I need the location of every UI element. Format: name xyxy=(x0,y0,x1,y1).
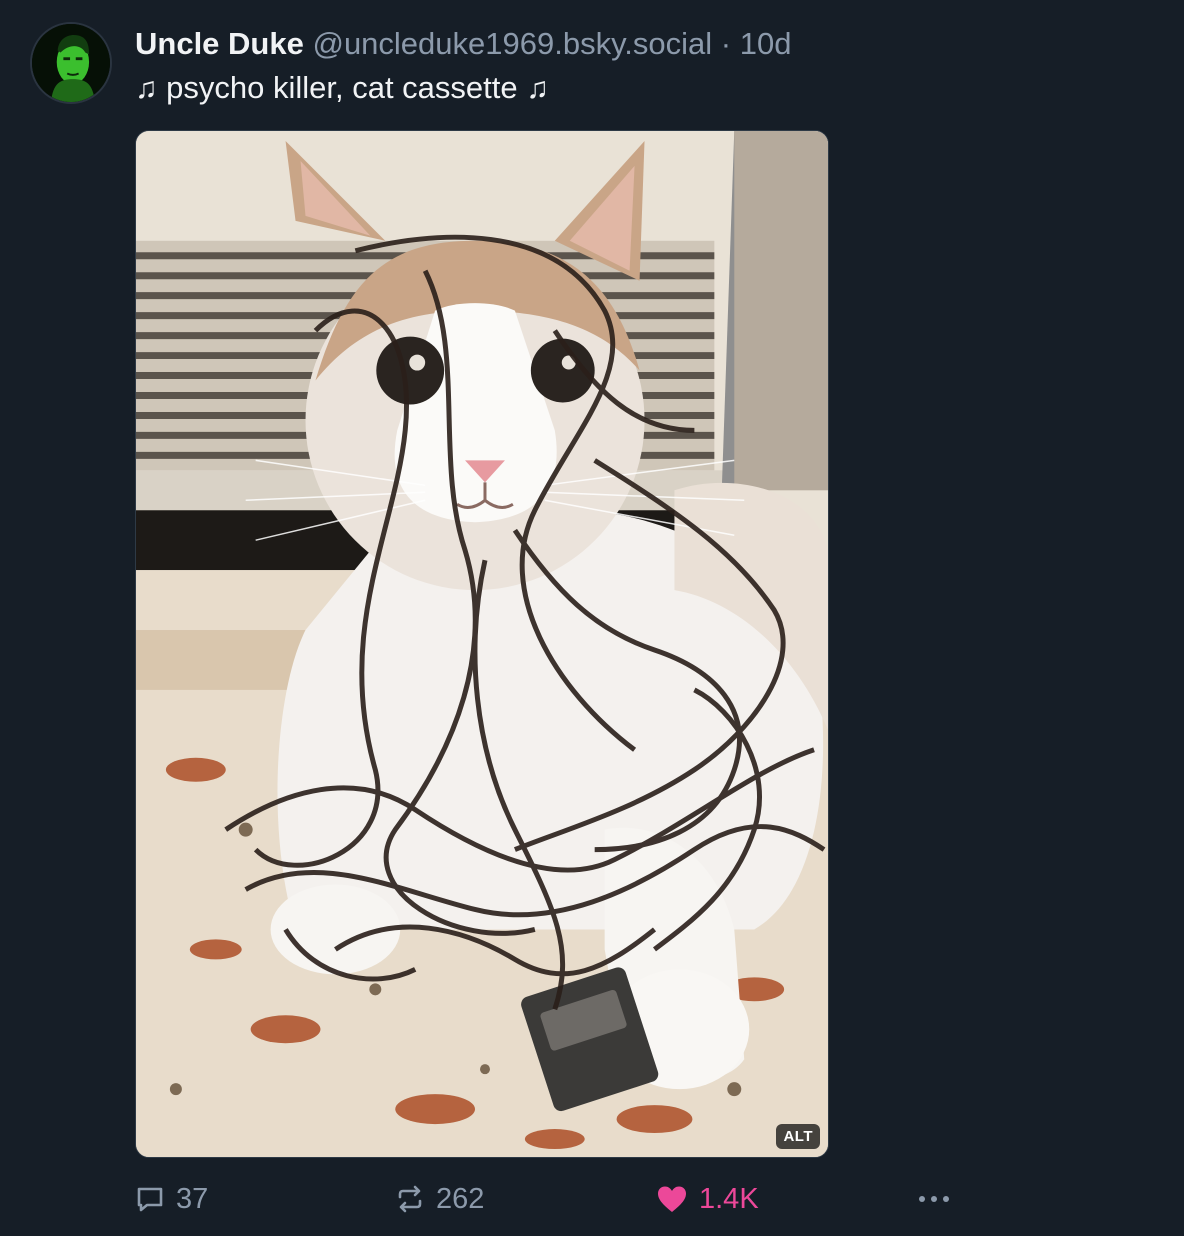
post-text: ♫ psycho killer, cat cassette ♫ xyxy=(135,68,549,108)
reply-button[interactable]: 37 xyxy=(134,1174,208,1224)
heart-icon xyxy=(658,1186,686,1212)
avatar-image xyxy=(32,24,110,102)
separator-dot: · xyxy=(720,26,732,61)
author-handle[interactable]: @uncleduke1969.bsky.social xyxy=(312,26,712,61)
post-actions: 37 262 1.4K xyxy=(0,1174,1184,1224)
more-icon xyxy=(919,1196,949,1202)
post-image[interactable]: ALT xyxy=(135,130,829,1158)
music-note-icon: ♫ xyxy=(526,72,549,105)
more-options-button[interactable] xyxy=(914,1174,954,1224)
post-header: Uncle Duke @uncleduke1969.bsky.social · … xyxy=(135,24,791,64)
cat-photo xyxy=(136,131,828,1157)
music-note-icon: ♫ xyxy=(135,72,158,105)
post-text-content: psycho killer, cat cassette xyxy=(166,70,518,105)
repost-count: 262 xyxy=(436,1182,485,1215)
like-count: 1.4K xyxy=(699,1182,759,1215)
post-time[interactable]: 10d xyxy=(740,26,792,61)
repost-button[interactable]: 262 xyxy=(394,1174,484,1224)
author-name[interactable]: Uncle Duke xyxy=(135,26,304,61)
alt-text-badge[interactable]: ALT xyxy=(776,1124,820,1149)
author-avatar[interactable] xyxy=(30,22,112,104)
reply-icon xyxy=(137,1187,163,1212)
post[interactable]: Uncle Duke @uncleduke1969.bsky.social · … xyxy=(0,0,1184,1236)
like-button[interactable]: 1.4K xyxy=(655,1174,759,1224)
reply-count: 37 xyxy=(176,1182,209,1215)
repost-icon xyxy=(398,1185,422,1213)
